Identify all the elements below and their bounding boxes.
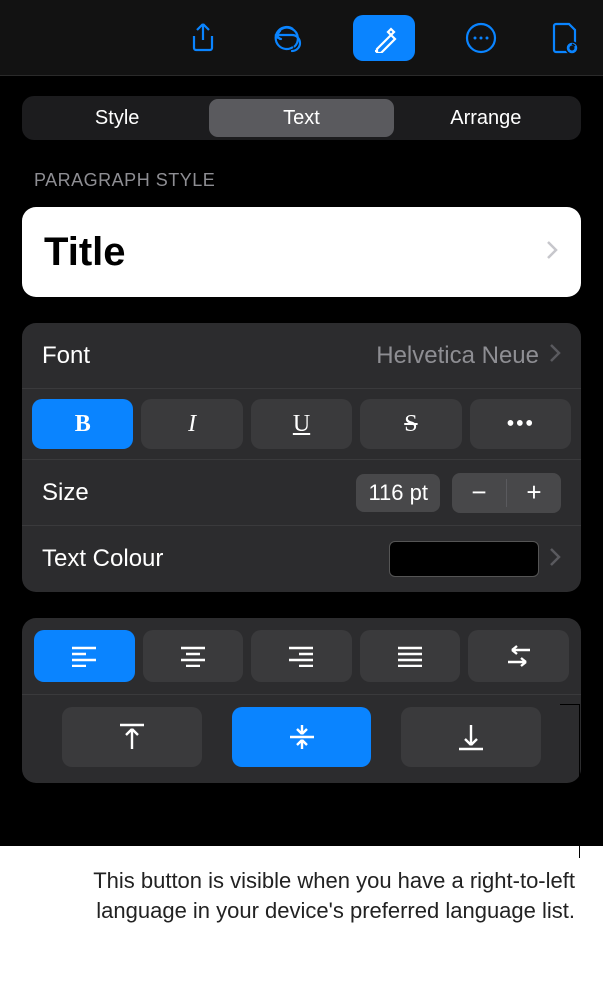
undo-icon[interactable] [269, 20, 305, 56]
callout-line [560, 704, 580, 858]
font-label: Font [42, 342, 376, 370]
paragraph-style-row[interactable]: Title [22, 207, 581, 297]
italic-button[interactable]: I [141, 399, 242, 449]
text-colour-row[interactable]: Text Colour [22, 526, 581, 592]
valign-top-button[interactable] [62, 707, 202, 767]
valign-bottom-button[interactable] [401, 707, 541, 767]
font-row[interactable]: Font Helvetica Neue [22, 323, 581, 389]
align-justify-button[interactable] [360, 630, 461, 682]
paragraph-style-value: Title [44, 230, 545, 275]
font-more-button[interactable]: ••• [470, 399, 571, 449]
size-decrease-button[interactable]: − [452, 473, 506, 513]
paragraph-style-label: PARAGRAPH STYLE [0, 140, 603, 201]
format-button[interactable] [353, 15, 415, 61]
size-label: Size [42, 479, 356, 507]
format-tabs: Style Text Arrange [22, 96, 581, 140]
chevron-right-icon [545, 239, 559, 266]
size-stepper: − + [452, 473, 561, 513]
callout-caption: This button is visible when you have a r… [60, 866, 575, 925]
underline-button[interactable]: U [251, 399, 352, 449]
document-settings-icon[interactable] [547, 20, 583, 56]
chevron-right-icon [549, 343, 561, 368]
chevron-right-icon [549, 547, 561, 572]
horizontal-alignment-row [22, 618, 581, 695]
bold-button[interactable]: B [32, 399, 133, 449]
tab-style[interactable]: Style [25, 99, 209, 137]
tab-arrange[interactable]: Arrange [394, 99, 578, 137]
size-increase-button[interactable]: + [507, 473, 561, 513]
text-colour-swatch [389, 541, 539, 577]
size-field[interactable]: 116 pt [356, 474, 440, 512]
tab-text[interactable]: Text [209, 99, 393, 137]
text-colour-label: Text Colour [42, 545, 389, 573]
text-direction-button[interactable] [468, 630, 569, 682]
align-right-button[interactable] [251, 630, 352, 682]
more-icon[interactable] [463, 20, 499, 56]
top-toolbar [0, 0, 603, 76]
alignment-group [22, 618, 581, 783]
align-center-button[interactable] [143, 630, 244, 682]
align-left-button[interactable] [34, 630, 135, 682]
font-style-row: B I U S ••• [22, 389, 581, 460]
vertical-alignment-row [22, 695, 581, 783]
font-value: Helvetica Neue [376, 342, 539, 370]
strikethrough-button[interactable]: S [360, 399, 461, 449]
share-icon[interactable] [185, 20, 221, 56]
size-row: Size 116 pt − + [22, 460, 581, 526]
valign-middle-button[interactable] [232, 707, 372, 767]
font-group: Font Helvetica Neue B I U S ••• Size 116… [22, 323, 581, 592]
